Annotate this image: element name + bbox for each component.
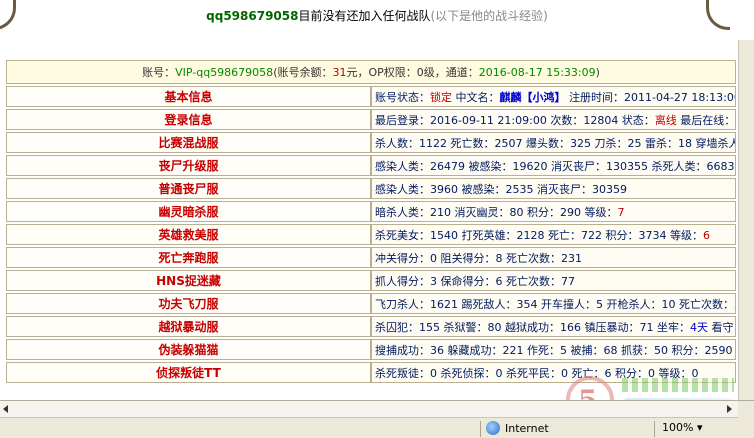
category-label[interactable]: 幽灵暗杀服 xyxy=(6,201,371,222)
stat-text: 麒麟【小鸿】 xyxy=(499,90,566,104)
status-separator xyxy=(480,421,481,437)
op-level: 0级 xyxy=(416,66,435,79)
stat-text: 账号状态： xyxy=(375,90,430,104)
category-label[interactable]: 侦探叛徒TT xyxy=(6,362,371,383)
stat-row-death-run: 死亡奔跑服 冲关得分：0 阻关得分：8 死亡次数：231 xyxy=(6,247,736,268)
category-label[interactable]: 死亡奔跑服 xyxy=(6,247,371,268)
stat-text: 飞刀杀人：1621 踢死敌人：354 开车撞人：5 开枪杀人：10 死亡次数：2… xyxy=(375,297,735,311)
stat-text: 最后在线： xyxy=(676,113,736,127)
op-label: 元，OP权限： xyxy=(346,66,417,79)
stat-values: 感染人类：3960 被感染：2535 消灭丧尸：30359 xyxy=(371,178,736,199)
channel-label: ，通道： xyxy=(434,66,479,79)
stat-text: 中文名： xyxy=(452,90,500,104)
stat-row-disguise: 伪装躲猫猫 搜捕成功：36 躲藏成功：221 作死：5 被捕：68 抓获：50 积… xyxy=(6,339,736,360)
status-separator xyxy=(654,421,655,437)
team-message: 目前没有还加入任何战队 xyxy=(298,9,431,23)
zoom-control[interactable]: 100% ▾ xyxy=(662,421,742,437)
security-zone: Internet xyxy=(486,421,606,437)
stat-text: 杀死美女：1540 打死英雄：2128 死亡：722 积分：3734 等级： xyxy=(375,228,703,242)
account-summary: 账号：VIP-qq598679058(账号余额：31元，OP权限：0级，通道：2… xyxy=(6,60,736,84)
category-label[interactable]: 越狱暴动服 xyxy=(6,316,371,337)
stat-values: 杀人数：1122 死亡数：2507 爆头数：325 刀杀：25 雷杀：18 穿墙… xyxy=(371,132,736,153)
stat-values: 飞刀杀人：1621 踢死敌人：354 开车撞人：5 开枪杀人：10 死亡次数：2… xyxy=(371,293,736,314)
category-label[interactable]: 功夫飞刀服 xyxy=(6,293,371,314)
stat-text: 4天 xyxy=(689,320,708,334)
stat-row-jailbreak: 越狱暴动服 杀囚犯：155 杀狱警：80 越狱成功：166 镇压暴动：71 坐牢：… xyxy=(6,316,736,337)
stat-text: 感染人类：3960 被感染：2535 消灭丧尸：30359 xyxy=(375,182,627,196)
stat-row-hero: 英雄救美服 杀死美女：1540 打死英雄：2128 死亡：722 积分：3734 … xyxy=(6,224,736,245)
stat-values: 抓人得分：3 保命得分：6 死亡次数：77 xyxy=(371,270,736,291)
stat-text: 6 xyxy=(702,228,710,242)
stat-text: 搜捕成功：36 躲藏成功：221 作死：5 被捕：68 抓获：50 积分：259… xyxy=(375,343,736,357)
stat-values: 账号状态：锁定 中文名：麒麟【小鸿】 注册时间：2011-04-27 18:13… xyxy=(371,86,736,107)
stat-text: 7 xyxy=(617,205,625,219)
account-row: 账号：VIP-qq598679058(账号余额：31元，OP权限：0级，通道：2… xyxy=(6,60,736,84)
player-qq: qq598679058 xyxy=(206,9,299,23)
stat-row-zombie-up: 丧尸升级服 感染人类：26479 被感染：19620 消灭丧尸：130355 杀死… xyxy=(6,155,736,176)
zone-label: Internet xyxy=(505,422,549,435)
account-label: 账号： xyxy=(142,66,176,79)
scroll-right-icon[interactable] xyxy=(727,405,732,413)
stat-text: 锁定 xyxy=(430,90,452,104)
stat-row-mixed: 比赛混战服 杀人数：1122 死亡数：2507 爆头数：325 刀杀：25 雷杀：… xyxy=(6,132,736,153)
browser-statusbar: Internet 100% ▾ xyxy=(0,400,754,438)
stat-text: 注册时间：2011-04-27 18:13:00 在线时间： xyxy=(568,90,736,104)
stat-values: 搜捕成功：36 躲藏成功：221 作死：5 被捕：68 抓获：50 积分：259… xyxy=(371,339,736,360)
stat-row-zombie-normal: 普通丧尸服 感染人类：3960 被感染：2535 消灭丧尸：30359 xyxy=(6,178,736,199)
stat-text: 88丧尸升级服 xyxy=(735,114,736,127)
globe-icon xyxy=(486,421,500,435)
stat-values: 感染人类：26479 被感染：19620 消灭丧尸：130355 杀死人类：66… xyxy=(371,155,736,176)
page-header: qq598679058目前没有还加入任何战队(以下是他的战斗经验) xyxy=(0,0,754,40)
battle-note: (以下是他的战斗经验) xyxy=(430,9,548,23)
vertical-scrollbar[interactable] xyxy=(738,40,754,400)
player-stats-table: 账号：VIP-qq598679058(账号余额：31元，OP权限：0级，通道：2… xyxy=(6,58,736,385)
stat-text: 杀人数：1122 死亡数：2507 爆头数：325 刀杀：25 雷杀：18 穿墙… xyxy=(375,136,735,150)
channel-time: 2016-08-17 15:33:09 xyxy=(478,66,596,79)
account-close: ) xyxy=(595,66,600,79)
stat-row-hns: HNS捉迷藏 抓人得分：3 保命得分：6 死亡次数：77 xyxy=(6,270,736,291)
stat-values: 冲关得分：0 阻关得分：8 死亡次数：231 xyxy=(371,247,736,268)
category-label[interactable]: 比赛混战服 xyxy=(6,132,371,153)
stat-row-basic: 基本信息 账号状态：锁定 中文名：麒麟【小鸿】 注册时间：2011-04-27 1… xyxy=(6,86,736,107)
account-id: VIP-qq598679058 xyxy=(175,66,274,79)
category-label[interactable]: HNS捉迷藏 xyxy=(6,270,371,291)
stat-text: 看守： xyxy=(711,320,735,334)
category-label[interactable]: 基本信息 xyxy=(6,86,371,107)
stat-text: 感染人类：26479 被感染：19620 消灭丧尸：130355 杀死人类：66… xyxy=(375,159,735,173)
category-label[interactable]: 英雄救美服 xyxy=(6,224,371,245)
stat-text: 离线 xyxy=(654,113,677,127)
watermark-stripes xyxy=(622,378,734,392)
stat-values: 杀囚犯：155 杀狱警：80 越狱成功：166 镇压暴动：71 坐牢：4天 看守… xyxy=(371,316,736,337)
horizontal-scrollbar[interactable] xyxy=(0,401,738,418)
category-label[interactable]: 丧尸升级服 xyxy=(6,155,371,176)
stat-text: 冲关得分：0 阻关得分：8 死亡次数：231 xyxy=(375,251,582,265)
stat-row-kungfu: 功夫飞刀服 飞刀杀人：1621 踢死敌人：354 开车撞人：5 开枪杀人：10 死… xyxy=(6,293,736,314)
status-bar-row: Internet 100% ▾ xyxy=(0,419,754,438)
category-label[interactable]: 普通丧尸服 xyxy=(6,178,371,199)
stat-values: 暗杀人类：210 消灭幽灵：80 积分：290 等级：7 xyxy=(371,201,736,222)
stat-row-login: 登录信息 最后登录：2016-09-11 21:09:00 次数：12804 状态… xyxy=(6,109,736,130)
stat-text: 暗杀人类：210 消灭幽灵：80 积分：290 等级： xyxy=(375,205,618,219)
stat-text: 最后登录：2016-09-11 21:09:00 次数：12804 状态： xyxy=(375,113,655,127)
account-balance: 31 xyxy=(332,66,347,79)
category-label[interactable]: 伪装躲猫猫 xyxy=(6,339,371,360)
zoom-label: 100% xyxy=(662,421,694,434)
stat-text: 抓人得分：3 保命得分：6 死亡次数：77 xyxy=(375,274,575,288)
scroll-left-icon[interactable] xyxy=(3,405,8,413)
balance-label: (账号余额： xyxy=(273,66,333,79)
stat-values: 最后登录：2016-09-11 21:09:00 次数：12804 状态：离线 … xyxy=(371,109,736,130)
stat-text: 杀囚犯：155 杀狱警：80 越狱成功：166 镇压暴动：71 坐牢： xyxy=(375,320,690,334)
page-title: qq598679058目前没有还加入任何战队(以下是他的战斗经验) xyxy=(0,7,754,24)
stat-values: 杀死美女：1540 打死英雄：2128 死亡：722 积分：3734 等级：6 xyxy=(371,224,736,245)
stat-row-ghost: 幽灵暗杀服 暗杀人类：210 消灭幽灵：80 积分：290 等级：7 xyxy=(6,201,736,222)
category-label[interactable]: 登录信息 xyxy=(6,109,371,130)
